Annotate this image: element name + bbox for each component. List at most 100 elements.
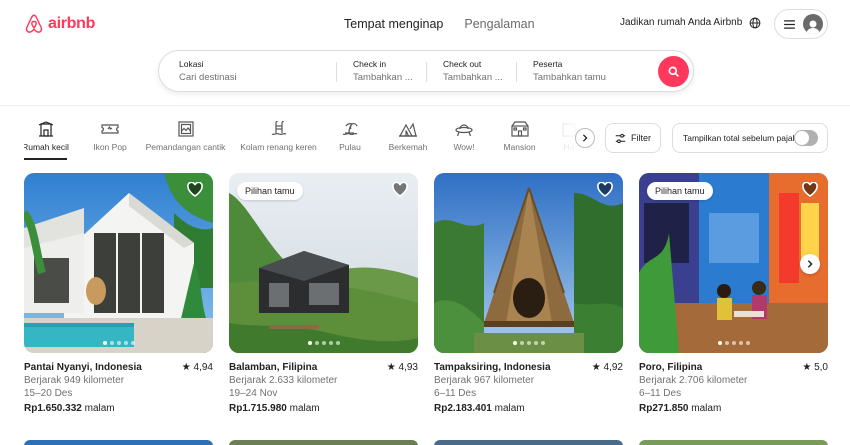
listing-price-amount: Rp1.715.980 (229, 403, 287, 414)
become-host-link[interactable]: Jadikan rumah Anda Airbnb (620, 17, 742, 28)
user-avatar-icon (806, 20, 820, 34)
wishlist-heart-icon[interactable] (597, 182, 613, 197)
search-button[interactable] (658, 56, 689, 87)
category-icons[interactable]: Ikon Pop (93, 118, 127, 160)
listing-rating: ★ 4,93 (387, 361, 418, 374)
next-row-photo-peek (434, 440, 623, 445)
island-icon (342, 123, 358, 136)
listing-photo[interactable] (24, 173, 213, 353)
wishlist-heart-icon[interactable] (187, 182, 203, 197)
category-amazing-pools[interactable]: Kolam renang keren (240, 118, 317, 160)
mansion-icon (510, 121, 529, 137)
category-label: Pulau (339, 142, 361, 152)
next-row-photo-peek (229, 440, 418, 445)
listing-card[interactable]: Pilihan tamu Poro, Filipina ★ 5,0 Berjar… (639, 173, 828, 415)
listing-photo-bamboo-hut (434, 173, 623, 353)
listing-price: Rp1.715.980 malam (229, 402, 418, 415)
search-checkin[interactable]: Check in Tambahkan ... (337, 51, 427, 91)
listing-card[interactable]: Pilihan tamu Balamban, Filipina ★ 4,93 B… (229, 173, 418, 415)
header: airbnb Tempat menginap Pengalaman Jadika… (0, 0, 850, 106)
sliders-icon (615, 133, 626, 143)
listing-price: Rp271.850 malam (639, 402, 828, 415)
wishlist-heart-icon[interactable] (392, 182, 408, 197)
listing-info: Tampaksiring, Indonesia ★ 4,92 Berjarak … (434, 361, 623, 415)
search-guests[interactable]: Peserta Tambahkan tamu (517, 51, 657, 91)
user-menu-button[interactable] (774, 9, 828, 39)
airbnb-logo[interactable]: airbnb (24, 13, 95, 35)
listing-price-amount: Rp1.650.332 (24, 403, 82, 414)
listing-price-amount: Rp2.183.401 (434, 403, 492, 414)
listing-photo-cabin (229, 173, 418, 353)
filter-label: Filter (631, 133, 651, 143)
category-omg[interactable]: Wow! (453, 118, 475, 160)
listing-photo[interactable]: Pilihan tamu (229, 173, 418, 353)
search-location-input[interactable]: Cari destinasi (179, 72, 337, 83)
globe-icon[interactable] (749, 17, 761, 29)
airbnb-logo-icon (25, 14, 43, 33)
guest-favorite-badge: Pilihan tamu (237, 182, 303, 200)
listing-info: Balamban, Filipina ★ 4,93 Berjarak 2.633… (229, 361, 418, 415)
listing-distance: Berjarak 949 kilometer (24, 375, 125, 386)
photo-carousel-dots (24, 341, 213, 345)
camping-icon (399, 122, 417, 137)
listing-card[interactable]: Tampaksiring, Indonesia ★ 4,92 Berjarak … (434, 173, 623, 415)
airbnb-logo-text: airbnb (48, 15, 96, 32)
chevron-right-icon (807, 260, 813, 268)
listing-rating-value: 5,0 (814, 362, 828, 373)
star-icon: ★ (181, 362, 191, 373)
filter-button[interactable]: Filter (605, 123, 661, 153)
listing-dates: 15–20 Des (24, 388, 73, 399)
ticket-icon (101, 124, 119, 134)
search-checkin-label: Check in (353, 59, 387, 69)
listing-price-unit: malam (494, 403, 525, 414)
search-bar: Lokasi Cari destinasi Check in Tambahkan… (158, 50, 694, 92)
listing-title: Poro, Filipina (639, 362, 703, 373)
category-amazing-views[interactable]: Pemandangan cantik (145, 118, 226, 160)
tax-toggle-label: Tampilkan total sebelum pajak (683, 133, 797, 143)
listing-rating-value: 4,94 (193, 362, 213, 373)
category-label: Rumah kecil (24, 142, 69, 152)
listing-dates: 6–11 Des (639, 388, 682, 399)
listing-rating: ★ 4,94 (182, 361, 213, 374)
tax-display-toggle-box: Tampilkan total sebelum pajak (672, 123, 828, 153)
chevron-right-icon (582, 134, 588, 142)
category-tiny-homes[interactable]: Rumah kecil (24, 118, 69, 160)
search-checkout[interactable]: Check out Tambahkan ... (427, 51, 517, 91)
tax-toggle-switch[interactable] (794, 130, 818, 146)
listing-price: Rp1.650.332 malam (24, 402, 213, 415)
nav-experiences[interactable]: Pengalaman (464, 17, 534, 31)
listing-photo[interactable]: Pilihan tamu (639, 173, 828, 353)
wishlist-heart-icon[interactable] (802, 182, 818, 197)
listing-card[interactable]: Pantai Nyanyi, Indonesia ★ 4,94 Berjarak… (24, 173, 213, 415)
star-icon: ★ (386, 362, 396, 373)
category-islands[interactable]: Pulau (339, 118, 361, 160)
nav-stays[interactable]: Tempat menginap (344, 17, 443, 31)
category-mansions[interactable]: Mansion (503, 118, 536, 160)
photo-next-button[interactable] (800, 254, 820, 274)
photo-carousel-dots (639, 341, 828, 345)
listing-rating: ★ 5,0 (802, 361, 828, 374)
listing-price: Rp2.183.401 malam (434, 402, 623, 415)
framed-view-icon (177, 121, 194, 137)
listing-price-unit: malam (691, 403, 722, 414)
search-checkout-value: Tambahkan ... (443, 72, 503, 83)
category-next-button[interactable] (575, 128, 595, 148)
photo-carousel-dots (229, 341, 418, 345)
listing-price-unit: malam (84, 403, 115, 414)
category-camping[interactable]: Berkemah (389, 118, 427, 160)
category-bar: Rumah kecil Ikon Pop Pemandangan cantik … (24, 118, 579, 160)
photo-carousel-dots (434, 341, 623, 345)
listing-dates: 6–11 Des (434, 388, 477, 399)
search-location[interactable]: Lokasi Cari destinasi (159, 51, 337, 91)
listing-photo[interactable] (434, 173, 623, 353)
category-label: Ikon Pop (93, 142, 127, 152)
avatar (803, 14, 823, 34)
category-label: Mansion (503, 142, 536, 152)
pool-icon (271, 121, 286, 136)
search-guests-value: Tambahkan tamu (533, 72, 606, 83)
listing-info: Poro, Filipina ★ 5,0 Berjarak 2.706 kilo… (639, 361, 828, 415)
listing-photo-villa (24, 173, 213, 353)
category-label: Pemandangan cantik (145, 142, 226, 152)
listing-distance: Berjarak 967 kilometer (434, 375, 535, 386)
listing-distance: Berjarak 2.633 kilometer (229, 375, 338, 386)
